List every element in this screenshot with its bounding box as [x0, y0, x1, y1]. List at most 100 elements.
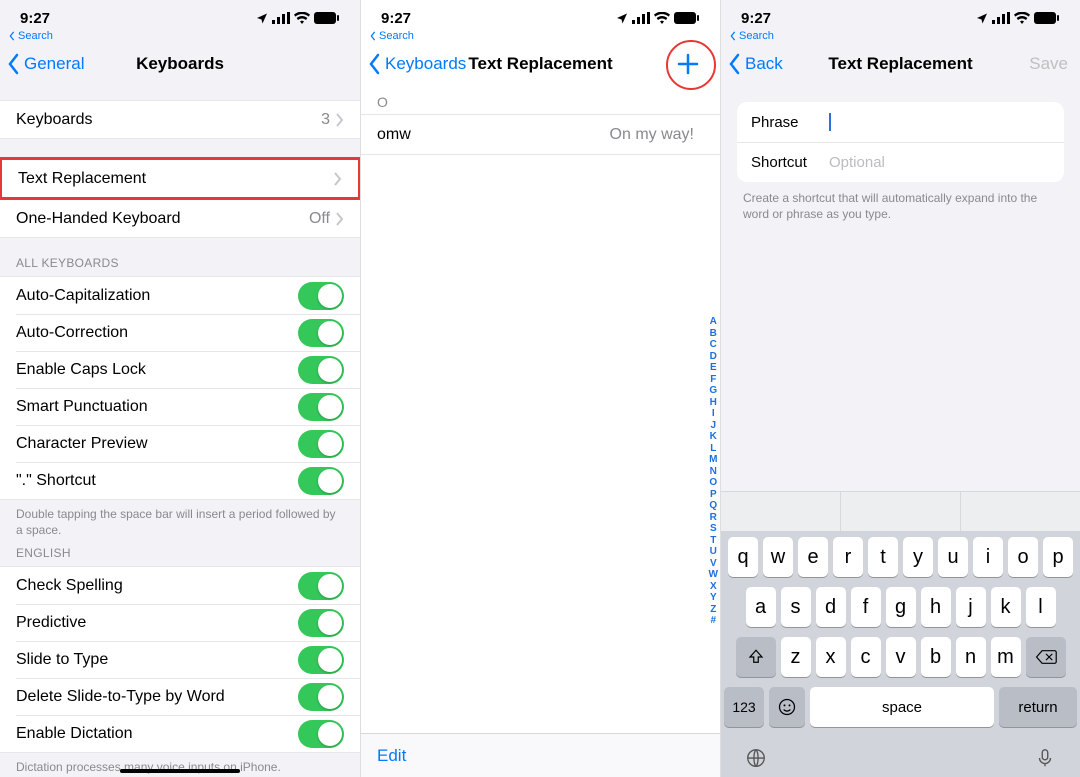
back-button[interactable]: General — [0, 53, 84, 75]
toggle-row[interactable]: Slide to Type — [0, 641, 360, 678]
key-o[interactable]: o — [1008, 537, 1038, 577]
mic-icon[interactable] — [1034, 747, 1056, 769]
shortcut-row[interactable]: Shortcut Optional — [737, 142, 1064, 182]
shift-key[interactable] — [736, 637, 776, 677]
alphabet-index[interactable]: ABCDEFGHIJKLMNOPQRSTUVWXYZ# — [709, 316, 718, 627]
toggle-row[interactable]: Character Preview — [0, 425, 360, 462]
index-letter[interactable]: A — [710, 316, 717, 328]
key-i[interactable]: i — [973, 537, 1003, 577]
index-letter[interactable]: F — [710, 374, 716, 386]
toggle-row[interactable]: Auto-Capitalization — [0, 277, 360, 314]
shortcut-input[interactable]: Optional — [829, 154, 1050, 171]
return-key[interactable]: return — [999, 687, 1077, 727]
keyboard[interactable]: qwertyuiop asdfghjkl zxcvbnm 123 — [721, 531, 1080, 777]
index-letter[interactable]: P — [710, 489, 717, 501]
index-letter[interactable]: N — [710, 466, 717, 478]
key-e[interactable]: e — [798, 537, 828, 577]
key-j[interactable]: j — [956, 587, 986, 627]
index-letter[interactable]: J — [710, 420, 716, 432]
index-letter[interactable]: M — [709, 454, 717, 466]
index-letter[interactable]: Y — [710, 592, 717, 604]
key-q[interactable]: q — [728, 537, 758, 577]
key-y[interactable]: y — [903, 537, 933, 577]
toggle-row[interactable]: "." Shortcut — [0, 462, 360, 499]
toggle-switch[interactable] — [298, 282, 344, 310]
index-letter[interactable]: U — [710, 546, 717, 558]
index-letter[interactable]: H — [710, 397, 717, 409]
key-k[interactable]: k — [991, 587, 1021, 627]
toggle-row[interactable]: Check Spelling — [0, 567, 360, 604]
globe-icon[interactable] — [745, 747, 767, 769]
toggle-switch[interactable] — [298, 356, 344, 384]
index-letter[interactable]: K — [710, 431, 717, 443]
emoji-key[interactable] — [769, 687, 805, 727]
index-letter[interactable]: T — [710, 535, 716, 547]
toggle-switch[interactable] — [298, 467, 344, 495]
key-b[interactable]: b — [921, 637, 951, 677]
index-letter[interactable]: E — [710, 362, 717, 374]
phrase-input[interactable] — [829, 113, 1050, 131]
key-w[interactable]: w — [763, 537, 793, 577]
index-letter[interactable]: X — [710, 581, 717, 593]
edit-button[interactable]: Edit — [377, 746, 406, 766]
index-letter[interactable]: # — [710, 615, 716, 627]
toggle-switch[interactable] — [298, 646, 344, 674]
key-s[interactable]: s — [781, 587, 811, 627]
back-button[interactable]: Back — [721, 53, 783, 75]
toggle-row[interactable]: Smart Punctuation — [0, 388, 360, 425]
add-button[interactable] — [666, 42, 710, 86]
phrase-row[interactable]: Phrase — [737, 102, 1064, 142]
toggle-row[interactable]: Predictive — [0, 604, 360, 641]
index-letter[interactable]: L — [710, 443, 716, 455]
index-letter[interactable]: B — [710, 328, 717, 340]
key-g[interactable]: g — [886, 587, 916, 627]
search-breadcrumb[interactable]: Search — [361, 28, 720, 42]
key-t[interactable]: t — [868, 537, 898, 577]
save-button[interactable]: Save — [1029, 54, 1068, 74]
toggle-row[interactable]: Auto-Correction — [0, 314, 360, 351]
toggle-switch[interactable] — [298, 683, 344, 711]
key-l[interactable]: l — [1026, 587, 1056, 627]
space-key[interactable]: space — [810, 687, 994, 727]
home-indicator[interactable] — [120, 769, 240, 773]
key-c[interactable]: c — [851, 637, 881, 677]
key-v[interactable]: v — [886, 637, 916, 677]
key-u[interactable]: u — [938, 537, 968, 577]
toggle-switch[interactable] — [298, 319, 344, 347]
index-letter[interactable]: S — [710, 523, 717, 535]
toggle-switch[interactable] — [298, 430, 344, 458]
index-letter[interactable]: W — [709, 569, 718, 581]
key-f[interactable]: f — [851, 587, 881, 627]
index-letter[interactable]: Q — [709, 500, 717, 512]
index-letter[interactable]: G — [709, 385, 717, 397]
index-letter[interactable]: V — [710, 558, 717, 570]
key-h[interactable]: h — [921, 587, 951, 627]
key-r[interactable]: r — [833, 537, 863, 577]
index-letter[interactable]: I — [712, 408, 715, 420]
search-breadcrumb[interactable]: Search — [0, 28, 360, 42]
cell-one-handed[interactable]: One-Handed Keyboard Off — [0, 200, 360, 237]
key-z[interactable]: z — [781, 637, 811, 677]
index-letter[interactable]: D — [710, 351, 717, 363]
index-letter[interactable]: O — [709, 477, 717, 489]
key-m[interactable]: m — [991, 637, 1021, 677]
key-a[interactable]: a — [746, 587, 776, 627]
toggle-switch[interactable] — [298, 572, 344, 600]
key-d[interactable]: d — [816, 587, 846, 627]
toggle-switch[interactable] — [298, 609, 344, 637]
numbers-key[interactable]: 123 — [724, 687, 764, 727]
cell-keyboards[interactable]: Keyboards 3 — [0, 101, 360, 138]
toggle-row[interactable]: Enable Caps Lock — [0, 351, 360, 388]
replacement-row[interactable]: omw On my way! — [361, 115, 720, 155]
backspace-key[interactable] — [1026, 637, 1066, 677]
index-letter[interactable]: R — [710, 512, 717, 524]
back-button[interactable]: Keyboards — [361, 53, 466, 75]
cell-text-replacement[interactable]: Text Replacement — [2, 160, 358, 197]
toggle-row[interactable]: Delete Slide-to-Type by Word — [0, 678, 360, 715]
index-letter[interactable]: Z — [710, 604, 716, 616]
keyboard-suggestions[interactable] — [721, 491, 1080, 531]
toggle-switch[interactable] — [298, 393, 344, 421]
toggle-row[interactable]: Enable Dictation — [0, 715, 360, 752]
key-n[interactable]: n — [956, 637, 986, 677]
search-breadcrumb[interactable]: Search — [721, 28, 1080, 42]
